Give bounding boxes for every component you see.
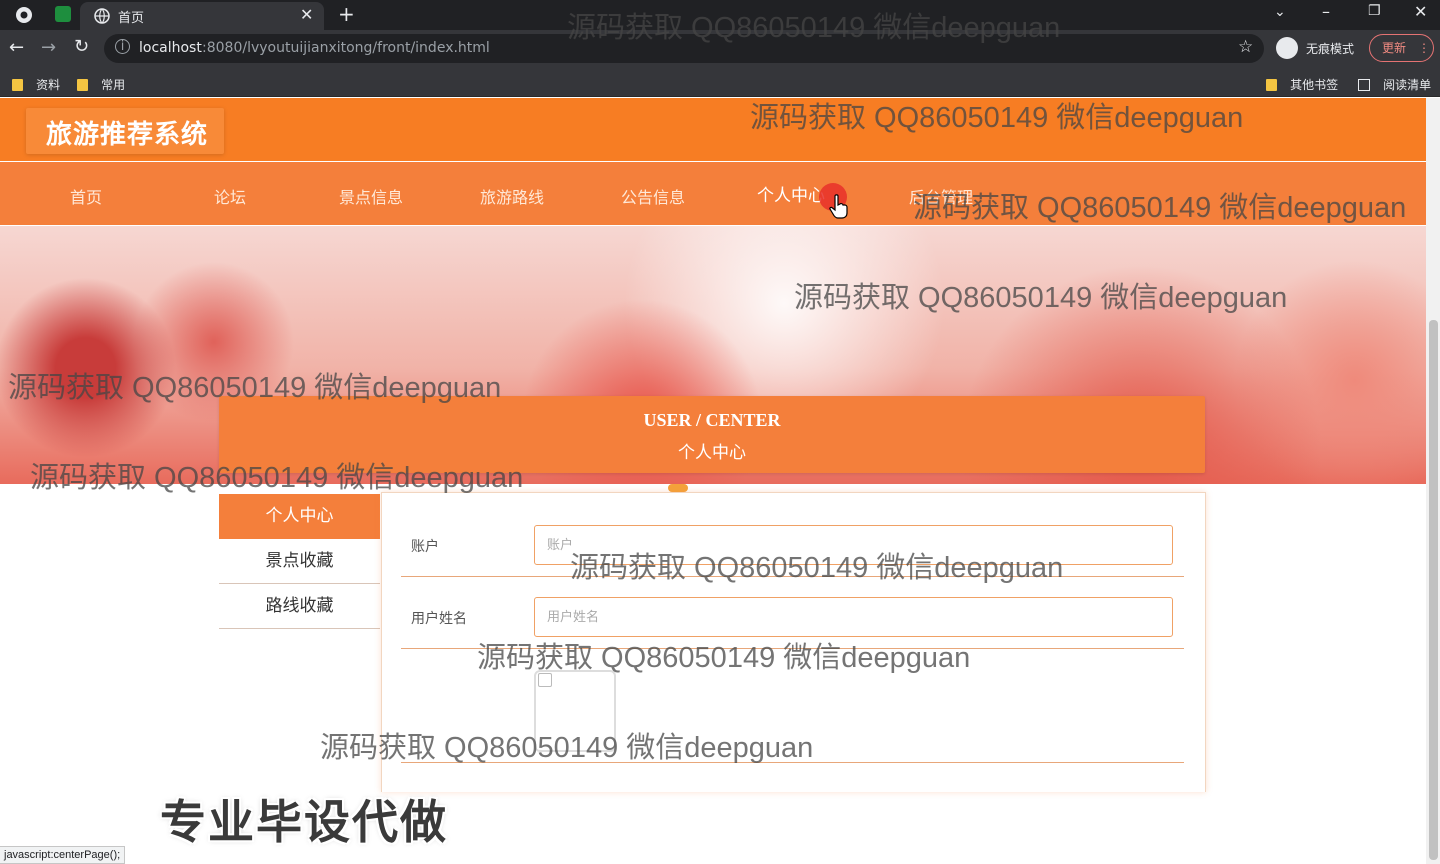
- new-tab-icon[interactable]: +: [338, 2, 355, 26]
- tab-active[interactable]: 首页 ✕: [80, 2, 324, 30]
- nav-home[interactable]: 首页: [70, 184, 102, 208]
- nav-forum[interactable]: 论坛: [214, 184, 246, 208]
- incognito-icon: [1276, 37, 1298, 59]
- tab-close-icon[interactable]: ✕: [300, 5, 313, 24]
- sidebar-item-profile[interactable]: 个人中心: [219, 494, 380, 539]
- bookmark-changyong[interactable]: 常用: [77, 74, 125, 93]
- name-field[interactable]: [534, 597, 1173, 637]
- hand-cursor-icon: [828, 194, 850, 224]
- pinned-tab-icon[interactable]: [55, 6, 71, 22]
- reading-list-icon: [1358, 78, 1370, 91]
- nav-attractions[interactable]: 景点信息: [339, 184, 403, 208]
- site-info-icon[interactable]: i: [115, 39, 130, 54]
- account-label: 账户: [411, 539, 439, 555]
- watermark-text: 源码获取 QQ86050149 微信deepguan: [567, 12, 1061, 44]
- update-label: 更新: [1382, 41, 1407, 55]
- folder-icon: [77, 78, 88, 91]
- window-close-icon[interactable]: ✕: [1414, 2, 1427, 21]
- nav-user-center[interactable]: 个人中心: [757, 181, 825, 206]
- site-title[interactable]: 旅游推荐系统: [46, 114, 208, 151]
- tab-title: 首页: [118, 11, 145, 26]
- back-icon[interactable]: ←: [9, 37, 24, 58]
- nav-routes[interactable]: 旅游路线: [480, 184, 544, 208]
- watermark-text: 源码获取 QQ86050149 微信deepguan: [750, 102, 1244, 134]
- bookmark-ziliao[interactable]: 资料: [12, 74, 60, 93]
- watermark-text: 源码获取 QQ86050149 微信deepguan: [794, 282, 1288, 314]
- chrome-menu-icon[interactable]: [14, 5, 34, 25]
- watermark-text: 源码获取 QQ86050149 微信deepguan: [570, 552, 1064, 584]
- watermark-text: 源码获取 QQ86050149 微信deepguan: [913, 192, 1407, 224]
- globe-icon: [94, 8, 110, 28]
- bookmark-other[interactable]: 其他书签: [1266, 74, 1338, 93]
- carousel-dot-1[interactable]: [668, 484, 688, 492]
- browser-status-bar: javascript:centerPage();: [0, 846, 126, 864]
- sidebar-item-attraction-favorites[interactable]: 景点收藏: [219, 539, 380, 584]
- watermark-text: 源码获取 QQ86050149 微信deepguan: [30, 462, 524, 494]
- bookmark-star-icon[interactable]: ☆: [1238, 37, 1253, 57]
- carousel-dot-2[interactable]: [706, 484, 726, 492]
- carousel-dot-3[interactable]: [732, 484, 752, 492]
- folder-icon: [1266, 78, 1277, 91]
- url-path: :8080/lvyoutuijianxitong/front/index.htm…: [202, 40, 490, 56]
- watermark-text: 源码获取 QQ86050149 微信deepguan: [477, 642, 971, 674]
- incognito-label: 无痕模式: [1306, 42, 1355, 56]
- reload-icon[interactable]: ↻: [74, 36, 89, 57]
- name-label: 用户姓名: [411, 611, 467, 627]
- tab-search-icon[interactable]: ⌄: [1274, 4, 1286, 20]
- more-icon[interactable]: ⋮: [1418, 35, 1430, 61]
- url-host: localhost: [139, 40, 202, 56]
- reading-list[interactable]: 阅读清单: [1358, 74, 1431, 93]
- page-scrollbar-thumb[interactable]: [1429, 320, 1438, 860]
- bookmarks-bar: 资料 常用 其他书签 阅读清单: [0, 67, 1440, 97]
- nav-announcements[interactable]: 公告信息: [621, 184, 685, 208]
- watermark-text: 源码获取 QQ86050149 微信deepguan: [8, 372, 502, 404]
- folder-icon: [12, 78, 23, 91]
- minimize-icon[interactable]: –: [1322, 2, 1330, 21]
- watermark-text: 源码获取 QQ86050149 微信deepguan: [320, 732, 814, 764]
- user-center-title-en: USER / CENTER: [643, 410, 781, 430]
- restore-icon[interactable]: ❐: [1368, 3, 1381, 19]
- sidebar-item-route-favorites[interactable]: 路线收藏: [219, 584, 380, 629]
- update-button[interactable]: 更新 ⋮: [1369, 34, 1434, 62]
- promo-banner-text: 专业毕设代做: [160, 795, 448, 849]
- forward-icon[interactable]: →: [41, 37, 56, 58]
